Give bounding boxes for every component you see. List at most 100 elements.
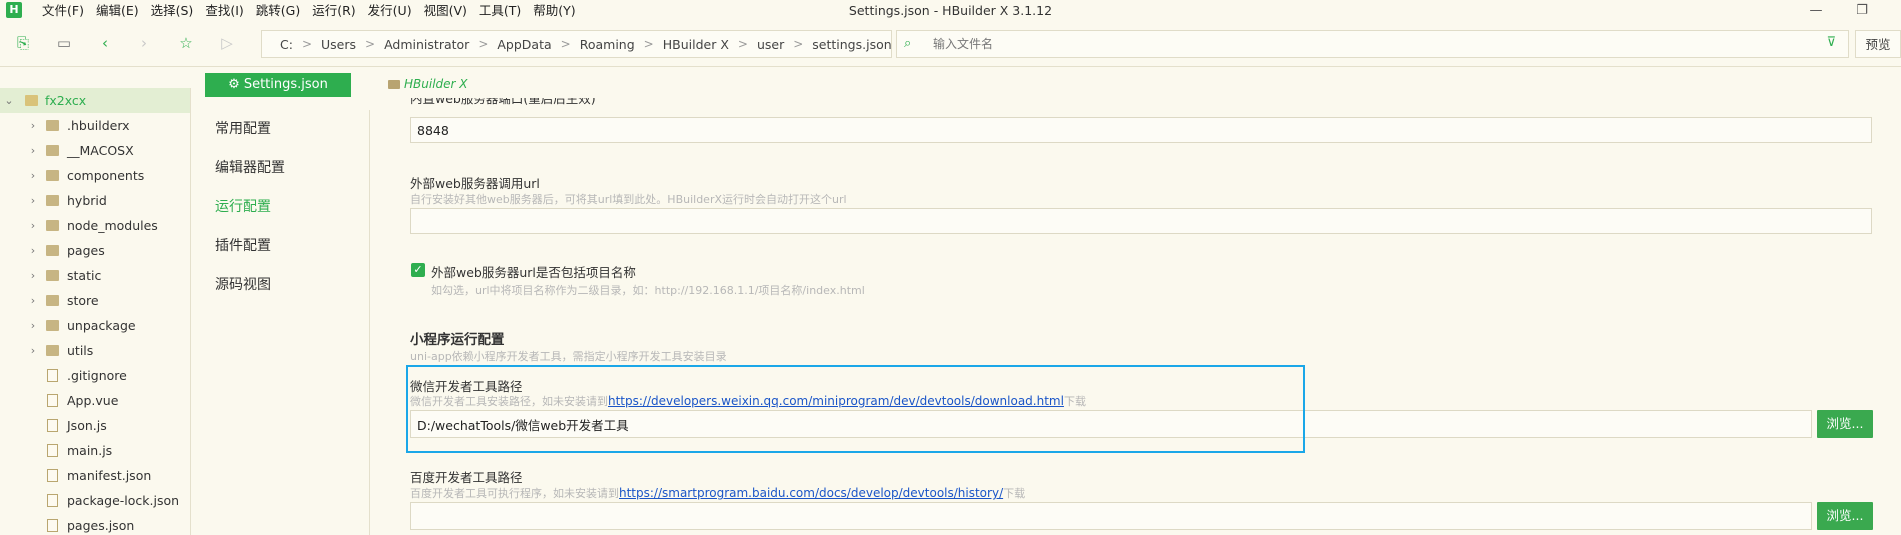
tree-item[interactable]: › components	[0, 163, 190, 188]
folder-icon	[46, 195, 59, 206]
star-icon[interactable]: ☆	[175, 32, 197, 54]
tree-item[interactable]: › hybrid	[0, 188, 190, 213]
menu-tools[interactable]: 工具(T)	[473, 0, 527, 22]
breadcrumb-separator: >	[793, 37, 804, 51]
breadcrumb-hbuilderx[interactable]: HBuilder X	[661, 37, 731, 52]
tree-item[interactable]: pages.json	[0, 513, 190, 535]
settings-nav-general[interactable]: 常用配置	[215, 118, 271, 138]
folder-icon	[46, 270, 59, 281]
tree-item[interactable]: › utils	[0, 338, 190, 363]
breadcrumb-appdata[interactable]: AppData	[495, 37, 553, 52]
settings-nav-plugins[interactable]: 插件配置	[215, 235, 271, 255]
tree-item-label: __MACOSX	[67, 143, 134, 158]
menu-goto[interactable]: 跳转(G)	[250, 0, 306, 22]
chevron-right-icon[interactable]: ›	[27, 338, 39, 363]
menu-view[interactable]: 视图(V)	[418, 0, 473, 22]
external-url-input[interactable]	[410, 208, 1872, 234]
save-icon[interactable]: ▭	[53, 32, 75, 54]
tree-item-label: App.vue	[67, 393, 119, 408]
settings-nav-run[interactable]: 运行配置	[215, 196, 271, 216]
menu-edit[interactable]: 编辑(E)	[90, 0, 145, 22]
tree-item[interactable]: › static	[0, 263, 190, 288]
breadcrumb-separator: >	[643, 37, 654, 51]
wechat-download-link[interactable]: https://developers.weixin.qq.com/minipro…	[608, 394, 1064, 408]
editor-path-hint[interactable]: HBuilder X	[404, 77, 468, 91]
baidu-download-link[interactable]: https://smartprogram.baidu.com/docs/deve…	[619, 486, 1003, 500]
new-file-icon[interactable]: ⎘	[12, 32, 34, 54]
chevron-right-icon[interactable]: ›	[27, 188, 39, 213]
folder-icon	[46, 245, 59, 256]
include-project-label[interactable]: 外部web服务器url是否包括项目名称	[431, 262, 636, 281]
tree-item-label: unpackage	[67, 318, 136, 333]
chevron-right-icon[interactable]: ›	[27, 263, 39, 288]
tab-settings-json[interactable]: ⚙ Settings.json	[205, 73, 351, 97]
breadcrumb: C: > Users > Administrator > AppData > R…	[261, 30, 892, 58]
chevron-right-icon[interactable]: ›	[27, 113, 39, 138]
breadcrumb-drive[interactable]: C:	[278, 37, 295, 52]
restore-icon[interactable]: ❐	[1839, 0, 1885, 22]
baidu-path-input[interactable]	[410, 502, 1812, 530]
tree-item[interactable]: .gitignore	[0, 363, 190, 388]
tree-project-root[interactable]: ⌄ fx2xcx	[0, 88, 190, 113]
tree-item[interactable]: › __MACOSX	[0, 138, 190, 163]
chevron-down-icon[interactable]: ⌄	[3, 88, 15, 113]
minimize-icon[interactable]: —	[1793, 0, 1839, 22]
tree-item-label: manifest.json	[67, 468, 152, 483]
filter-icon[interactable]: ⊽	[1826, 35, 1836, 50]
breadcrumb-separator: >	[301, 37, 313, 51]
breadcrumb-users[interactable]: Users	[319, 37, 358, 52]
tree-item[interactable]: manifest.json	[0, 463, 190, 488]
tree-item-label: fx2xcx	[45, 93, 87, 108]
preview-button[interactable]: 预览	[1855, 30, 1901, 58]
settings-nav-source[interactable]: 源码视图	[215, 274, 271, 294]
menu-help[interactable]: 帮助(Y)	[527, 0, 581, 22]
mp-section-title: 小程序运行配置	[410, 332, 505, 348]
menu-select[interactable]: 选择(S)	[145, 0, 200, 22]
chevron-right-icon[interactable]: ›	[27, 163, 39, 188]
tree-item[interactable]: main.js	[0, 438, 190, 463]
tree-item[interactable]: › .hbuilderx	[0, 113, 190, 138]
folder-icon	[46, 345, 59, 356]
menu-find[interactable]: 查找(I)	[199, 0, 249, 22]
breadcrumb-user[interactable]: user	[755, 37, 786, 52]
tree-item-label: package-lock.json	[67, 493, 180, 508]
settings-nav-editor[interactable]: 编辑器配置	[215, 157, 285, 177]
menu-publish[interactable]: 发行(U)	[362, 0, 418, 22]
tree-item[interactable]: Json.js	[0, 413, 190, 438]
wechat-path-input[interactable]	[410, 410, 1812, 438]
tree-item[interactable]: › unpackage	[0, 313, 190, 338]
chevron-right-icon[interactable]: ›	[27, 213, 39, 238]
wechat-browse-button[interactable]: 浏览...	[1817, 410, 1873, 438]
tree-item-label: pages.json	[67, 518, 135, 533]
menu-file[interactable]: 文件(F)	[36, 0, 90, 22]
tree-item[interactable]: App.vue	[0, 388, 190, 413]
breadcrumb-roaming[interactable]: Roaming	[578, 37, 637, 52]
baidu-browse-button[interactable]: 浏览...	[1817, 502, 1873, 530]
breadcrumb-administrator[interactable]: Administrator	[382, 37, 471, 52]
run-icon[interactable]: ▷	[216, 32, 238, 54]
folder-icon	[46, 320, 59, 331]
breadcrumb-settings-json[interactable]: settings.json	[810, 37, 893, 52]
file-search-input[interactable]	[931, 33, 1795, 55]
tree-item-label: static	[67, 268, 102, 283]
chevron-right-icon[interactable]: ›	[27, 138, 39, 163]
chevron-right-icon[interactable]: ›	[27, 238, 39, 263]
file-icon	[47, 369, 58, 382]
forward-icon[interactable]: ›	[133, 32, 155, 54]
file-search-icon: ⌕	[904, 36, 912, 51]
port-input[interactable]	[410, 117, 1872, 143]
file-icon	[47, 494, 58, 507]
tree-item[interactable]: › pages	[0, 238, 190, 263]
menu-run[interactable]: 运行(R)	[306, 0, 361, 22]
tree-item[interactable]: › store	[0, 288, 190, 313]
folder-icon	[46, 295, 59, 306]
chevron-right-icon[interactable]: ›	[27, 288, 39, 313]
tree-item[interactable]: package-lock.json	[0, 488, 190, 513]
chevron-right-icon[interactable]: ›	[27, 313, 39, 338]
hbuilder-logo-icon: H	[6, 2, 22, 18]
checkbox-checked-icon[interactable]: ✓	[411, 263, 425, 277]
tree-item-label: components	[67, 168, 145, 183]
back-icon[interactable]: ‹	[94, 32, 116, 54]
tree-item[interactable]: › node_modules	[0, 213, 190, 238]
include-project-desc: 如勾选，url中将项目名称作为二级目录，如：http://192.168.1.1…	[431, 284, 865, 297]
